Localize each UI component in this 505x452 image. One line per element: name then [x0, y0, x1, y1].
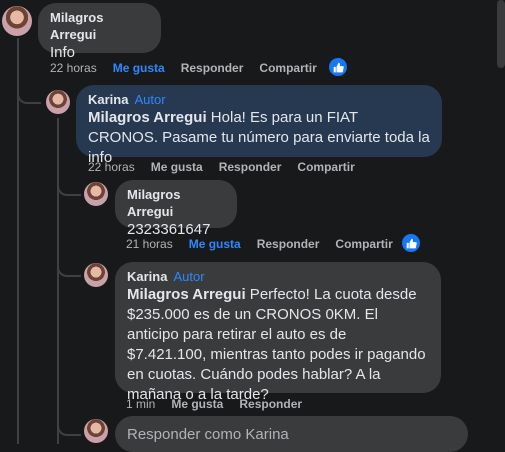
like-reaction-icon[interactable]	[402, 234, 420, 252]
avatar[interactable]	[84, 419, 108, 443]
comment-timestamp[interactable]: 1 min	[126, 397, 155, 411]
comment-bubble: Milagros Arregui 2323361647	[115, 180, 237, 238]
comment-timestamp[interactable]: 22 horas	[88, 160, 135, 174]
mention-link[interactable]: Milagros Arregui	[127, 286, 246, 303]
like-button[interactable]: Me gusta	[113, 61, 165, 75]
reply-button[interactable]: Responder	[219, 160, 282, 174]
comment-actions: 1 min Me gusta Responder	[126, 396, 318, 412]
comment-author[interactable]: Milagros Arregui	[50, 9, 149, 43]
share-button[interactable]: Compartir	[297, 160, 354, 174]
avatar[interactable]	[84, 263, 108, 287]
author-badge: Autor	[134, 92, 166, 107]
thread-line-nested	[57, 118, 59, 444]
comment-bubble: Karina Autor Milagros Arregui Perfecto! L…	[115, 262, 441, 403]
avatar[interactable]	[46, 90, 70, 114]
thread-connector	[57, 412, 81, 436]
comment-timestamp[interactable]: 22 horas	[50, 61, 97, 75]
comment-actions: 21 horas Me gusta Responder Compartir	[126, 236, 409, 252]
like-button[interactable]: Me gusta	[151, 160, 203, 174]
comment-actions: 22 horas Me gusta Responder Compartir	[88, 159, 371, 175]
avatar[interactable]	[84, 182, 108, 206]
comment-author[interactable]: Milagros Arregui	[127, 186, 225, 220]
comment-author[interactable]: Karina	[88, 92, 128, 107]
comment-timestamp[interactable]: 21 horas	[126, 237, 173, 251]
avatar[interactable]	[2, 6, 32, 36]
comment-text: Perfecto! La cuota desde $235.000 es de …	[127, 286, 426, 403]
comment-bubble: Karina Autor Milagros Arregui Hola! Es pa…	[76, 85, 442, 166]
comment-actions: 22 horas Me gusta Responder Compartir	[50, 60, 333, 76]
like-button[interactable]: Me gusta	[171, 397, 223, 411]
scrollbar[interactable]	[497, 0, 505, 68]
thread-connector	[57, 172, 81, 196]
like-button[interactable]: Me gusta	[189, 237, 241, 251]
like-reaction-icon[interactable]	[329, 58, 347, 76]
reply-button[interactable]: Responder	[239, 397, 302, 411]
reply-button[interactable]: Responder	[257, 237, 320, 251]
reply-button[interactable]: Responder	[181, 61, 244, 75]
comment-bubble: Milagros Arregui Info	[38, 3, 161, 61]
comment-author[interactable]: Karina	[127, 269, 167, 284]
reply-placeholder: Responder como Karina	[127, 425, 289, 443]
share-button[interactable]: Compartir	[259, 61, 316, 75]
author-badge: Autor	[173, 269, 205, 284]
mention-link[interactable]: Milagros Arregui	[88, 109, 207, 126]
thread-connector	[17, 80, 41, 104]
share-button[interactable]: Compartir	[335, 237, 392, 251]
reply-input[interactable]: Responder como Karina	[115, 416, 468, 452]
thread-connector	[57, 253, 81, 277]
